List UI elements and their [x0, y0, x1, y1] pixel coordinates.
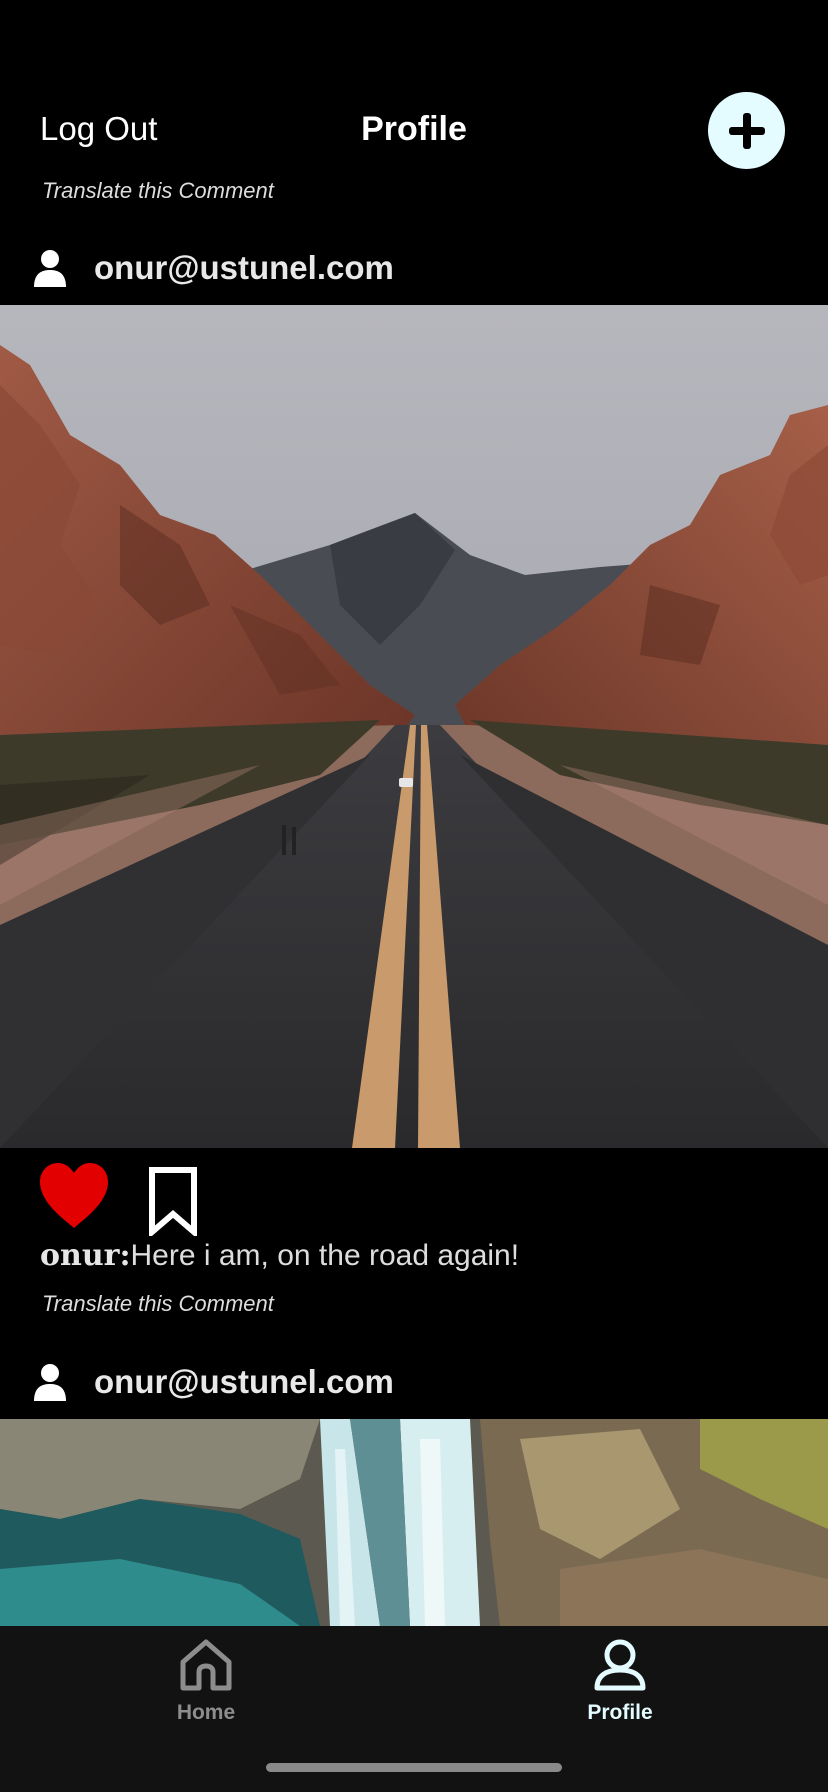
add-post-button[interactable] [708, 92, 785, 169]
tab-home-label: Home [176, 1701, 236, 1724]
caption-username: onur: [40, 1238, 131, 1273]
translate-comment-link[interactable]: Translate this Comment [42, 178, 274, 204]
post-actions [38, 1162, 198, 1237]
tab-home[interactable]: Home [126, 1638, 286, 1725]
post-image[interactable] [0, 305, 828, 1148]
tab-profile[interactable]: Profile [540, 1638, 700, 1725]
caption-text: Here i am, on the road again! [130, 1239, 520, 1272]
post-author-row[interactable]: onur@ustunel.com [0, 238, 828, 298]
person-icon [34, 1364, 66, 1401]
bookmark-icon[interactable] [148, 1166, 198, 1236]
translate-comment-link[interactable]: Translate this Comment [42, 1291, 274, 1317]
home-icon [180, 1639, 232, 1691]
desert-road-photo [0, 305, 828, 1148]
heart-icon[interactable] [38, 1162, 110, 1230]
post-author-row[interactable]: onur@ustunel.com [0, 1352, 828, 1412]
logout-button[interactable]: Log Out [40, 110, 157, 148]
post-author-email: onur@ustunel.com [94, 249, 394, 286]
header: Log Out Profile [0, 0, 828, 180]
tab-bar: Home Profile [0, 1626, 828, 1792]
waterfall-photo [0, 1419, 828, 1626]
post-caption: onur:Here i am, on the road again! [40, 1238, 519, 1273]
tab-profile-label: Profile [587, 1701, 653, 1724]
plus-icon [728, 112, 765, 149]
post-image[interactable] [0, 1419, 828, 1626]
post-author-email: onur@ustunel.com [94, 1363, 394, 1400]
person-icon [34, 250, 66, 287]
home-indicator[interactable] [266, 1763, 562, 1772]
person-icon [594, 1639, 646, 1691]
